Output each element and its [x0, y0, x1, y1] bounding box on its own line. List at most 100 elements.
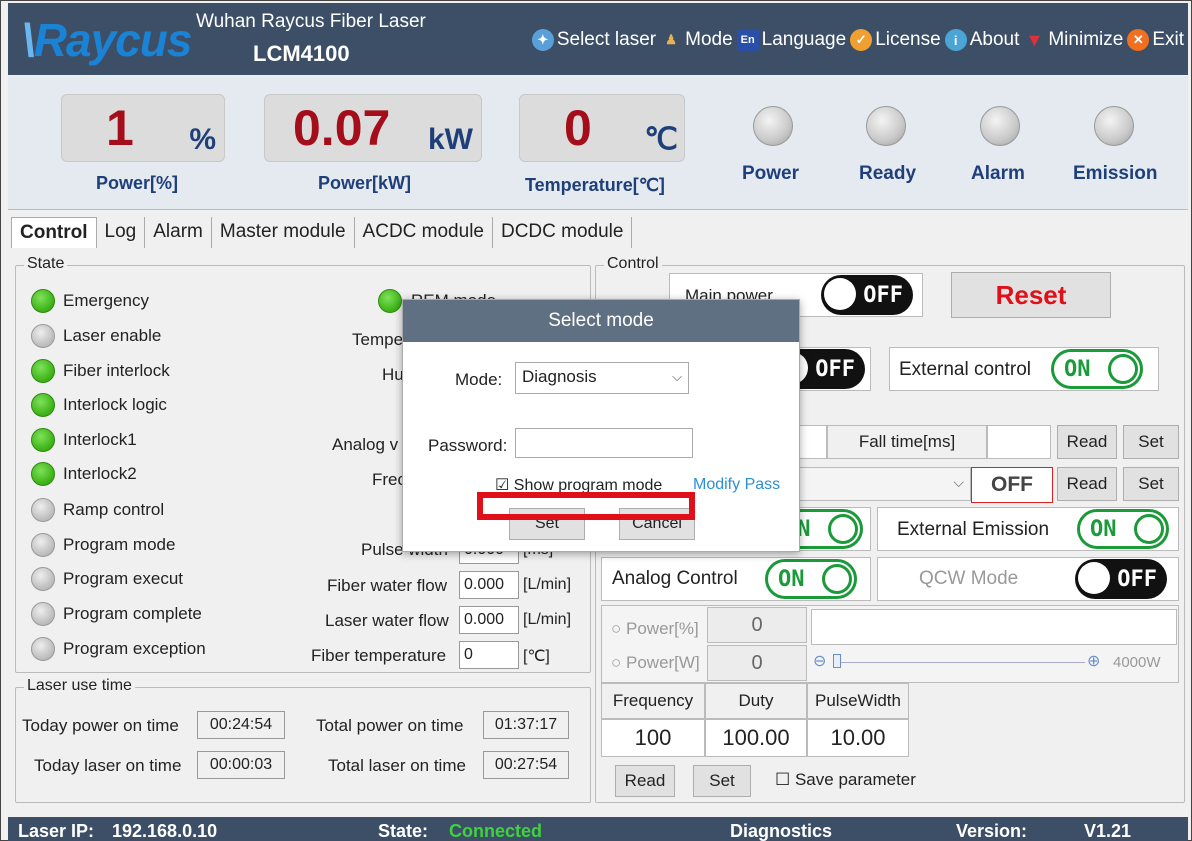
tab-master-module[interactable]: Master module: [212, 217, 355, 248]
set-button-1[interactable]: Set: [1123, 425, 1179, 459]
laser-ip-value: 192.168.0.10: [112, 821, 218, 841]
read-button-2[interactable]: Read: [1057, 467, 1117, 501]
state-led: [31, 498, 55, 522]
slider-thumb[interactable]: [833, 654, 841, 668]
menu-language[interactable]: En Language: [736, 29, 846, 51]
app-window: \Raycus Wuhan Raycus Fiber Laser LCM4100…: [0, 0, 1192, 841]
set-button-2[interactable]: Set: [1123, 467, 1179, 501]
tab-alarm[interactable]: Alarm: [145, 217, 212, 248]
save-parameter-checkbox[interactable]: ☐ Save parameter: [775, 770, 916, 790]
power-input[interactable]: [811, 609, 1177, 645]
fall-time-input[interactable]: [987, 425, 1051, 459]
today-power-on-value: 00:24:54: [197, 711, 285, 739]
connection-state: Connected: [449, 821, 543, 841]
state-label: Program complete: [63, 604, 202, 623]
version-label: Version:: [956, 821, 1028, 841]
temperature-partial-label: Tempe: [352, 330, 404, 349]
power-indicator-label: Power: [742, 163, 800, 184]
tab-dcdc-module[interactable]: DCDC module: [493, 217, 633, 248]
qcw-mode-toggle[interactable]: OFF: [1075, 559, 1167, 599]
fiber-temperature-unit: [℃]: [523, 648, 550, 665]
state-label: Program exception: [63, 639, 206, 658]
gate-off-indicator: OFF: [971, 467, 1053, 503]
frequency-header: Frequency: [601, 683, 705, 719]
power-indicator: [753, 106, 793, 146]
read-button-1[interactable]: Read: [1057, 425, 1117, 459]
set-button-3[interactable]: Set: [693, 765, 751, 797]
power-w-value: 0: [707, 645, 807, 681]
users-icon: ♟: [665, 32, 677, 47]
state-led: [31, 324, 55, 348]
frequency-partial-label: Frec: [372, 470, 406, 489]
power-slider[interactable]: ⊖ ⊕ 4000W: [811, 649, 1177, 677]
chevron-down-icon: ⌵: [672, 369, 682, 384]
minus-icon: ⊖: [813, 653, 827, 670]
state-led: [31, 428, 55, 452]
en-icon: En: [736, 29, 759, 51]
alarm-indicator-label: Alarm: [971, 163, 1025, 184]
menu-about[interactable]: i About: [944, 29, 1019, 51]
state-led: [31, 462, 55, 486]
frequency-value[interactable]: 100: [601, 719, 705, 757]
state-label: Laser enable: [63, 326, 162, 345]
info-icon: i: [944, 29, 967, 51]
state-label: Program execut: [63, 569, 183, 588]
dialog-title: Select mode: [403, 300, 799, 342]
read-button-3[interactable]: Read: [615, 765, 675, 797]
alarm-indicator: [980, 106, 1020, 146]
state-led: [31, 359, 55, 383]
metrics-panel: 1 % Power[%] 0.07 kW Power[kW] 0 ℃ Tempe…: [8, 76, 1188, 210]
checkbox-icon: ☐: [775, 770, 795, 789]
power-percent-display: 1 %: [61, 94, 225, 162]
main-power-toggle[interactable]: OFF: [821, 275, 913, 315]
power-w-radio[interactable]: ○ Power[W]: [611, 653, 700, 673]
modify-pass-link[interactable]: Modify Pass: [693, 476, 780, 494]
control-title: Control: [604, 255, 662, 273]
external-control-toggle[interactable]: ON: [1051, 349, 1143, 389]
fiber-temperature-value: 0: [459, 641, 519, 669]
external-emission-label: External Emission: [897, 519, 1050, 540]
external-emission-toggle[interactable]: ON: [1077, 509, 1169, 549]
state-title: State: [24, 255, 68, 273]
highlight-box: [477, 492, 695, 520]
duty-header: Duty: [705, 683, 807, 719]
tab-acdc-module[interactable]: ACDC module: [355, 217, 493, 248]
company-name: Wuhan Raycus Fiber Laser: [196, 11, 426, 32]
power-percent-radio[interactable]: ○ Power[%]: [611, 619, 699, 639]
analog-partial-label: Analog v: [332, 435, 399, 454]
duty-value[interactable]: 100.00: [705, 719, 807, 757]
menu-license[interactable]: ✓ License: [850, 29, 941, 51]
analog-control-label: Analog Control: [612, 568, 738, 589]
mode-select[interactable]: Diagnosis ⌵: [515, 362, 689, 394]
slider-track: [835, 662, 1085, 663]
status-bar: Laser IP: 192.168.0.10 State: Connected …: [8, 817, 1188, 841]
fiber-temperature-label: Fiber temperature: [311, 646, 447, 665]
password-input[interactable]: [515, 428, 693, 458]
menu-minimize[interactable]: ▼ Minimize: [1023, 29, 1123, 51]
rem-mode-led: [378, 289, 402, 313]
pulse-width-value-cell[interactable]: 10.00: [807, 719, 909, 757]
tab-control[interactable]: Control: [11, 217, 97, 248]
slider-max-label: 4000W: [1113, 654, 1161, 671]
total-power-on-label: Total power on time: [316, 716, 464, 735]
state-led: [31, 567, 55, 591]
total-laser-on-label: Total laser on time: [328, 756, 466, 775]
menu-select-laser[interactable]: ✦ Select laser: [531, 29, 656, 51]
tab-bar: Control Log Alarm Master module ACDC mod…: [11, 217, 633, 248]
state-label: Ramp control: [63, 500, 165, 519]
laser-ip-label: Laser IP:: [18, 821, 95, 841]
state-led: [31, 533, 55, 557]
minimize-icon: ▼: [1025, 29, 1044, 50]
tab-log[interactable]: Log: [97, 217, 146, 248]
state-label: Program mode: [63, 535, 176, 554]
analog-control-toggle[interactable]: ON: [765, 559, 857, 599]
version-value: V1.21: [1084, 821, 1132, 841]
menu-exit[interactable]: ✕ Exit: [1127, 29, 1184, 51]
laser-water-flow-label: Laser water flow: [325, 611, 449, 630]
reset-button[interactable]: Reset: [951, 272, 1111, 318]
state-label: Emergency: [63, 291, 149, 310]
total-laser-on-value: 00:27:54: [483, 751, 569, 779]
menu-mode[interactable]: ♟ Mode: [660, 29, 732, 51]
state-label: State:: [378, 821, 429, 841]
power-kw-display: 0.07 kW: [264, 94, 482, 162]
